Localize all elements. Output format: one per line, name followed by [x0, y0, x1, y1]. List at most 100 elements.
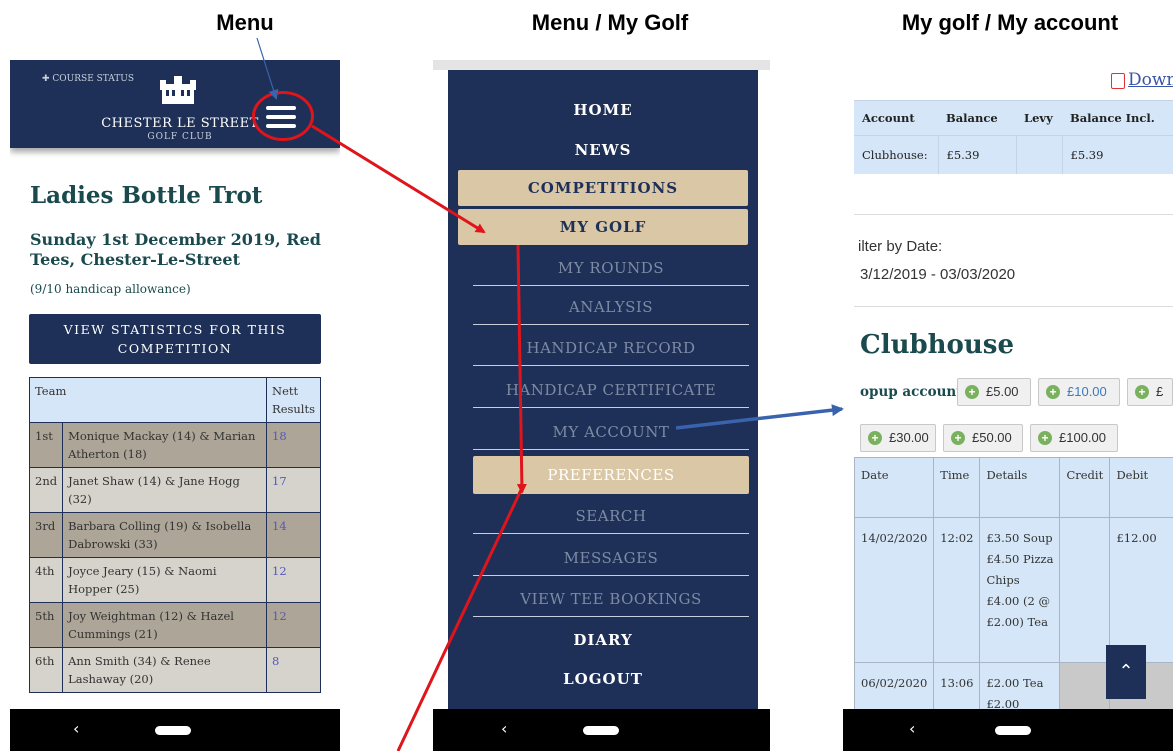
- credit-header: Credit: [1059, 457, 1111, 518]
- team-name: Joyce Jeary (15) & Naomi Hopper (25): [62, 557, 268, 603]
- back-icon[interactable]: ‹: [501, 719, 507, 738]
- home-pill-icon[interactable]: [155, 726, 191, 735]
- time-header: Time: [933, 457, 981, 518]
- topup-30-button[interactable]: + £30.00: [860, 424, 936, 452]
- balance-incl-header: Balance Incl.: [1062, 100, 1173, 136]
- menu-item-view-tee-bookings[interactable]: VIEW TEE BOOKINGS: [473, 581, 749, 617]
- pdf-icon: [1111, 73, 1125, 89]
- position: 4th: [28, 557, 64, 603]
- nett-header: Nett Results: [266, 377, 321, 423]
- plus-icon: +: [951, 431, 965, 445]
- competition-subtitle: Sunday 1st December 2019, Red Tees, Ches…: [30, 230, 321, 269]
- table-row: 1st Monique Mackay (14) & Marian Atherto…: [28, 422, 321, 468]
- caption-my-golf-my-account: My golf / My account: [901, 10, 1119, 35]
- topup-5-button[interactable]: + £5.00: [957, 378, 1031, 406]
- nett-score[interactable]: 8: [266, 647, 321, 693]
- position: 5th: [28, 602, 64, 648]
- menu-item-messages[interactable]: MESSAGES: [473, 540, 749, 576]
- club-subtitle: GOLF CLUB: [147, 132, 213, 142]
- position: 6th: [28, 647, 64, 693]
- account-name: Clubhouse:: [854, 135, 939, 174]
- topup-50-button[interactable]: + £50.00: [943, 424, 1023, 452]
- team-name: Monique Mackay (14) & Marian Atherton (1…: [62, 422, 268, 468]
- table-row: 5th Joy Weightman (12) & Hazel Cummings …: [28, 602, 321, 648]
- back-icon[interactable]: ‹: [909, 719, 915, 738]
- team-name: Barbara Colling (19) & Isobella Dabrowsk…: [62, 512, 268, 558]
- menu-item-handicap-record[interactable]: HANDICAP RECORD: [473, 330, 749, 366]
- table-row: 6th Ann Smith (34) & Renee Lashaway (20)…: [28, 647, 321, 693]
- results-table: Team Nett Results 1st Monique Mackay (14…: [28, 377, 321, 693]
- transaction-date: 14/02/2020: [853, 517, 935, 663]
- menu-item-diary[interactable]: DIARY: [458, 622, 748, 658]
- transaction-time: 12:02: [933, 517, 981, 663]
- caption-menu: Menu: [216, 10, 274, 35]
- nett-score[interactable]: 17: [266, 467, 321, 513]
- back-icon[interactable]: ‹: [73, 719, 79, 738]
- balance-incl-value: £5.39: [1062, 135, 1173, 174]
- download-link[interactable]: Downl: [1128, 70, 1173, 90]
- date-header: Date: [853, 457, 935, 518]
- position: 1st: [28, 422, 64, 468]
- table-row: 14/02/2020 12:02 £3.50 Soup £4.50 Pizza …: [853, 517, 1173, 663]
- position: 2nd: [28, 467, 64, 513]
- site-header: ✚ COURSE STATUS CHESTER LE STREET GOLF C…: [10, 60, 340, 148]
- menu-item-my-rounds[interactable]: MY ROUNDS: [473, 250, 749, 286]
- panel-competition: ✚ COURSE STATUS CHESTER LE STREET GOLF C…: [10, 60, 340, 751]
- android-nav-bar: ‹: [843, 709, 1173, 751]
- android-nav-bar: ‹: [433, 709, 770, 751]
- menu-item-logout[interactable]: LOGOUT: [458, 661, 748, 697]
- scroll-to-top-button[interactable]: ⌃: [1106, 645, 1146, 699]
- topup-label: opup account:: [860, 384, 968, 400]
- table-row: 3rd Barbara Colling (19) & Isobella Dabr…: [28, 512, 321, 558]
- topup-20-button[interactable]: + £: [1127, 378, 1173, 406]
- nett-score[interactable]: 14: [266, 512, 321, 558]
- topup-100-button[interactable]: + £100.00: [1030, 424, 1118, 452]
- club-name: CHESTER LE STREET: [101, 116, 259, 131]
- panel-my-account: Downl Account Balance Levy Balance Incl.…: [843, 60, 1173, 751]
- menu-item-news[interactable]: NEWS: [458, 132, 748, 168]
- team-header: Team: [28, 377, 268, 423]
- levy-header: Levy: [1016, 100, 1062, 136]
- menu-item-handicap-certificate[interactable]: HANDICAP CERTIFICATE: [473, 372, 749, 408]
- nett-score[interactable]: 18: [266, 422, 321, 468]
- nett-score[interactable]: 12: [266, 602, 321, 648]
- team-name: Janet Shaw (14) & Jane Hogg (32): [62, 467, 268, 513]
- date-range-input[interactable]: 3/12/2019 - 03/03/2020: [860, 266, 1015, 283]
- nett-score[interactable]: 12: [266, 557, 321, 603]
- balance-value: £5.39: [938, 135, 1017, 174]
- plus-icon: +: [1046, 385, 1060, 399]
- android-nav-bar: ‹: [10, 709, 340, 751]
- menu-item-my-account[interactable]: MY ACCOUNT: [473, 414, 749, 450]
- topup-10-button[interactable]: + £10.00: [1038, 378, 1120, 406]
- levy-value: [1016, 135, 1063, 174]
- course-status-link[interactable]: ✚ COURSE STATUS: [42, 74, 134, 84]
- team-name: Joy Weightman (12) & Hazel Cummings (21): [62, 602, 268, 648]
- clubhouse-title: Clubhouse: [860, 330, 1014, 360]
- menu-item-home[interactable]: HOME: [458, 92, 748, 128]
- menu-item-search[interactable]: SEARCH: [473, 498, 749, 534]
- menu-item-my-golf[interactable]: MY GOLF: [458, 209, 748, 245]
- menu-item-analysis[interactable]: ANALYSIS: [473, 289, 749, 325]
- panel-menu: HOME NEWS COMPETITIONS MY GOLF MY ROUNDS…: [433, 60, 770, 751]
- position: 3rd: [28, 512, 64, 558]
- home-pill-icon[interactable]: [583, 726, 619, 735]
- plus-icon: +: [868, 431, 882, 445]
- view-statistics-button[interactable]: VIEW STATISTICS FOR THIS COMPETITION: [29, 314, 321, 364]
- menu-item-competitions[interactable]: COMPETITIONS: [458, 170, 748, 206]
- menu-item-preferences[interactable]: PREFERENCES: [473, 456, 749, 494]
- home-pill-icon[interactable]: [995, 726, 1031, 735]
- plus-icon: +: [965, 385, 979, 399]
- caption-menu-my-golf: Menu / My Golf: [531, 10, 689, 35]
- club-logo-icon: [160, 76, 196, 104]
- chevron-up-icon: ⌃: [1118, 661, 1134, 682]
- table-row: 2nd Janet Shaw (14) & Jane Hogg (32) 17: [28, 467, 321, 513]
- competition-title: Ladies Bottle Trot: [30, 182, 263, 209]
- team-name: Ann Smith (34) & Renee Lashaway (20): [62, 647, 268, 693]
- table-row: 4th Joyce Jeary (15) & Naomi Hopper (25)…: [28, 557, 321, 603]
- balance-header: Balance: [938, 100, 1016, 136]
- plus-icon: +: [1135, 385, 1149, 399]
- highlight-circle: [252, 91, 314, 141]
- divider: [854, 306, 1173, 307]
- divider: [854, 214, 1173, 215]
- table-row: Clubhouse: £5.39 £5.39: [854, 135, 1173, 174]
